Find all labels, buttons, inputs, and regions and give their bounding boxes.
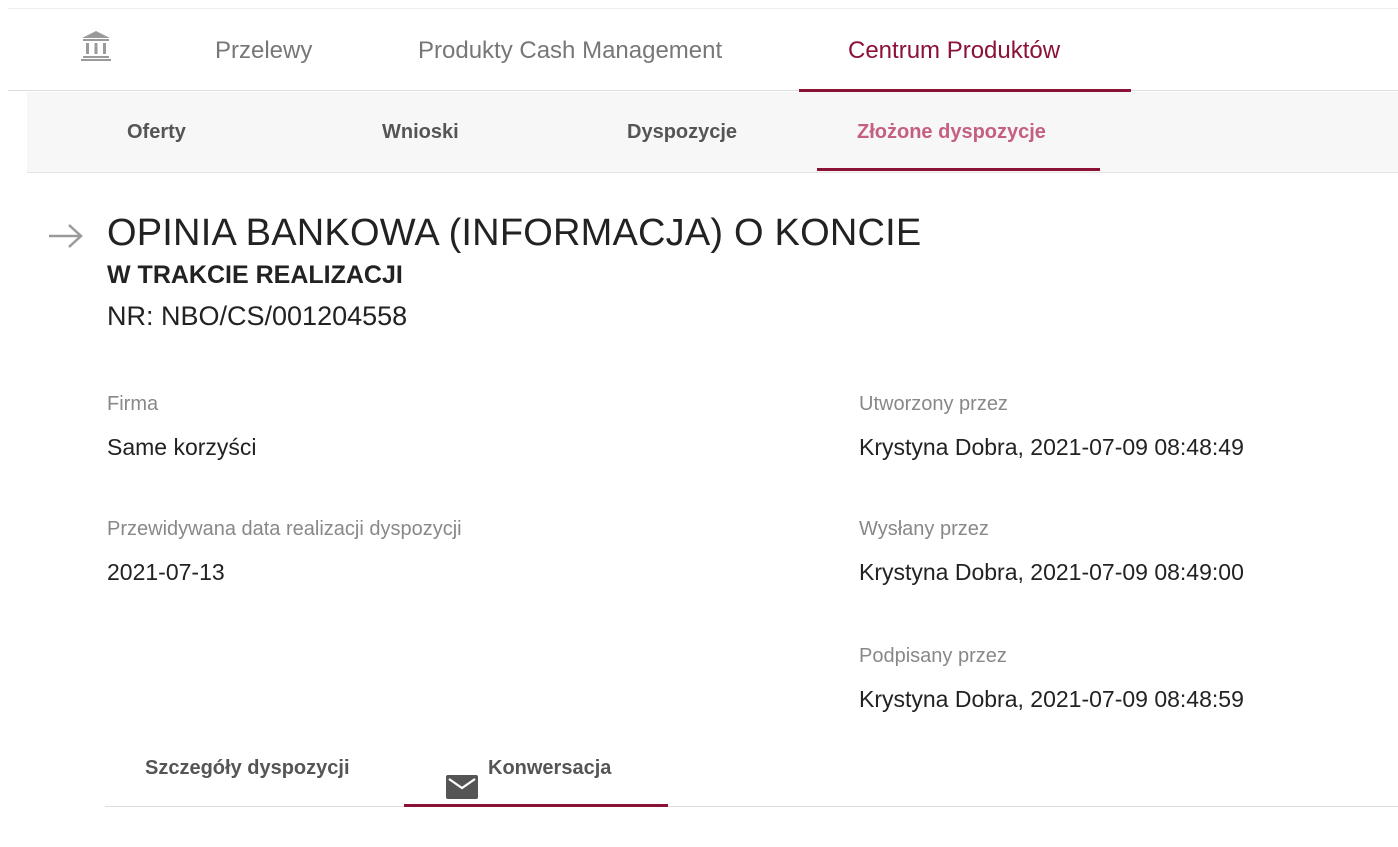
- subnav-item-dyspozycje[interactable]: Dyspozycje: [627, 92, 737, 172]
- sent-by-value: Krystyna Dobra, 2021-07-09 08:49:00: [859, 559, 1244, 585]
- top-navigation: Przelewy Produkty Cash Management Centru…: [8, 8, 1398, 92]
- signed-by-value: Krystyna Dobra, 2021-07-09 08:48:59: [859, 686, 1244, 712]
- sent-by-label: Wysłany przez: [859, 518, 989, 540]
- tab-konwersacja[interactable]: Konwersacja: [446, 730, 611, 806]
- created-by-value: Krystyna Dobra, 2021-07-09 08:48:49: [859, 434, 1244, 460]
- subnav-item-oferty[interactable]: Oferty: [127, 92, 186, 172]
- tab-konwersacja-label: Konwersacja: [488, 757, 612, 779]
- page: Przelewy Produkty Cash Management Centru…: [0, 0, 1398, 847]
- tab-active-indicator: [404, 804, 668, 807]
- expected-date-value: 2021-07-13: [107, 559, 225, 585]
- bank-icon[interactable]: [80, 29, 112, 63]
- topnav-item-centrum-produktow[interactable]: Centrum Produktów: [848, 9, 1060, 92]
- topnav-item-przelewy[interactable]: Przelewy: [215, 9, 312, 92]
- created-by-label: Utworzony przez: [859, 393, 1008, 415]
- sub-navigation: Oferty Wnioski Dyspozycje Złożone dyspoz…: [27, 92, 1398, 173]
- subnav-active-indicator: [817, 168, 1100, 171]
- page-title: OPINIA BANKOWA (INFORMACJA) O KONCIE: [107, 212, 922, 254]
- company-value: Same korzyści: [107, 434, 257, 460]
- signed-by-label: Podpisany przez: [859, 645, 1007, 667]
- tab-szczegoly-dyspozycji[interactable]: Szczegóły dyspozycji: [145, 730, 350, 806]
- status-text: W TRAKCIE REALIZACJI: [107, 261, 403, 289]
- topnav-item-cash-management[interactable]: Produkty Cash Management: [418, 9, 722, 92]
- subnav-item-zlozone-dyspozycje[interactable]: Złożone dyspozycje: [857, 92, 1046, 172]
- subnav-item-wnioski[interactable]: Wnioski: [382, 92, 459, 172]
- expected-date-label: Przewidywana data realizacji dyspozycji: [107, 518, 462, 540]
- document-number: NR: NBO/CS/001204558: [107, 301, 408, 331]
- mail-icon: [446, 755, 478, 799]
- detail-tabs: Szczegóły dyspozycji Konwersacja: [105, 730, 1398, 807]
- company-label: Firma: [107, 393, 159, 415]
- arrow-right-icon[interactable]: [46, 221, 86, 251]
